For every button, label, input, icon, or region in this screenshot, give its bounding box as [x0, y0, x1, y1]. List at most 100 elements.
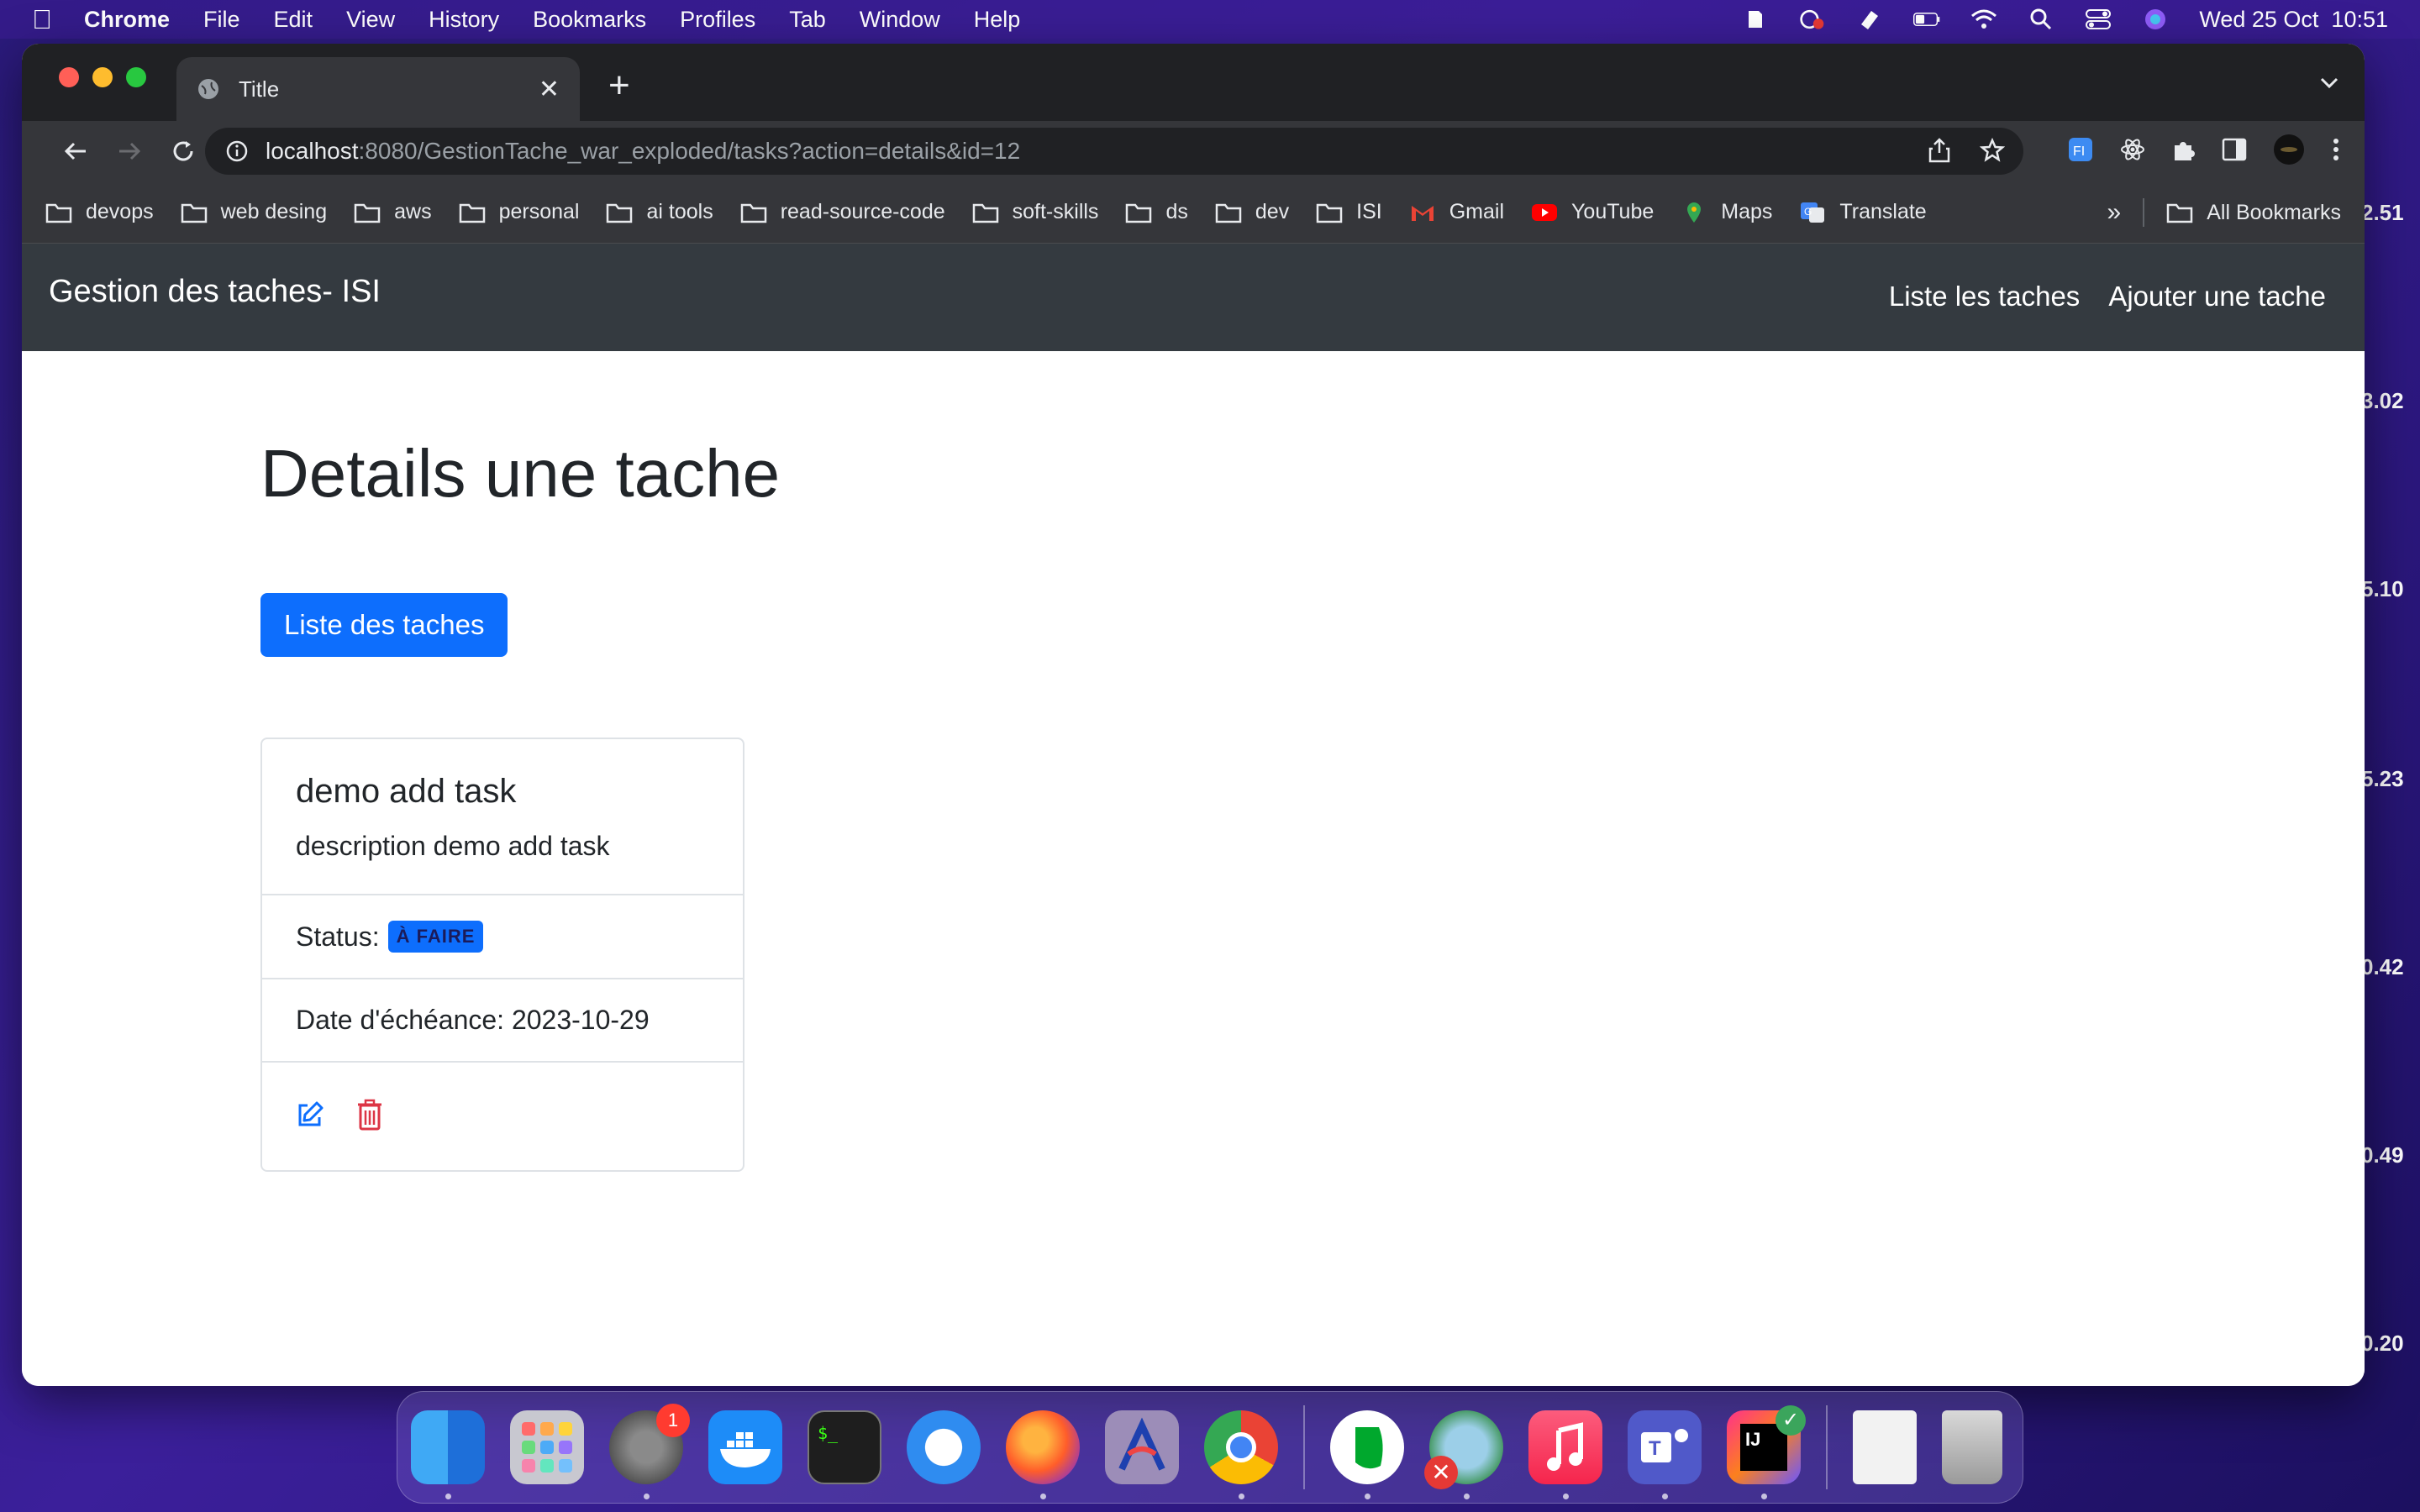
new-tab-button[interactable]: + [608, 62, 630, 109]
app-navbar: Gestion des taches- ISI Liste les taches… [22, 244, 2365, 351]
bookmark-folder[interactable]: web desing [181, 200, 327, 224]
svg-text:FI: FI [2073, 144, 2085, 159]
menu-help[interactable]: Help [974, 7, 1021, 33]
bookmark-folder[interactable]: devops [45, 200, 154, 224]
reload-icon[interactable] [166, 134, 200, 168]
battery-icon[interactable] [1913, 8, 1940, 31]
extensions-puzzle-icon[interactable] [2171, 137, 2196, 166]
omnibox-actions [1928, 137, 2006, 169]
minimize-window-button[interactable] [92, 67, 113, 87]
control-center-icon[interactable] [2085, 8, 2112, 31]
spotlight-search-icon[interactable] [2028, 8, 2054, 31]
intellij-idea-icon[interactable]: IJ ✓ [1727, 1405, 1806, 1499]
bookmark-translate[interactable]: G Translate [1799, 200, 1927, 224]
bookmark-folder[interactable]: personal [459, 200, 579, 224]
downloads-stack-icon[interactable] [1853, 1410, 1917, 1484]
task-card: demo add task description demo add task … [260, 738, 744, 1172]
trash-icon[interactable] [356, 1099, 383, 1135]
forward-arrow-icon[interactable] [113, 134, 146, 168]
docker-icon[interactable] [708, 1410, 782, 1484]
bookmark-folder[interactable]: ai tools [606, 200, 713, 224]
close-window-button[interactable] [59, 67, 79, 87]
teams-icon[interactable]: T [1628, 1410, 1702, 1499]
bookmark-label: Maps [1721, 200, 1773, 223]
site-info-icon[interactable] [225, 139, 249, 163]
side-value: 0.49 [2361, 1142, 2404, 1168]
bookmark-label: aws [394, 200, 432, 223]
jamf-icon[interactable] [1856, 8, 1883, 31]
bookmark-youtube[interactable]: YouTube [1531, 200, 1654, 224]
bookmark-star-icon[interactable] [1979, 137, 2006, 169]
browser-toolbar: localhost:8080/GestionTache_war_exploded… [22, 121, 2365, 181]
menubar-clock[interactable]: Wed 25 Oct 10:51 [2199, 7, 2388, 33]
menu-view[interactable]: View [346, 7, 395, 33]
menu-edit[interactable]: Edit [274, 7, 313, 33]
terminal-icon[interactable]: $_ [808, 1410, 881, 1484]
folder-icon [2166, 203, 2193, 223]
navbar-brand[interactable]: Gestion des taches- ISI [49, 274, 381, 310]
sync-error-icon[interactable] [1799, 8, 1826, 31]
bookmark-folder[interactable]: ISI [1316, 200, 1382, 224]
bookmark-label: devops [86, 200, 154, 223]
chrome-menu-kebab-icon[interactable] [2331, 136, 2341, 167]
menu-tab[interactable]: Tab [789, 7, 826, 33]
menu-file[interactable]: File [203, 7, 240, 33]
system-settings-icon[interactable]: 1 [609, 1404, 690, 1499]
profile-avatar[interactable] [2272, 133, 2306, 171]
evernote-icon[interactable] [1330, 1410, 1404, 1499]
launchpad-icon[interactable] [510, 1410, 584, 1484]
chrome-window: Title ✕ + localhost:8080/GestionTache_wa… [22, 44, 2365, 1386]
menu-app[interactable]: Chrome [84, 7, 170, 33]
zoom-window-button[interactable] [126, 67, 146, 87]
all-bookmarks-folder[interactable]: All Bookmarks [2166, 201, 2341, 225]
apple-menu-icon[interactable]:  [32, 4, 52, 35]
evernote-status-icon[interactable] [1742, 8, 1769, 31]
url-host: localhost [266, 138, 359, 164]
bookmark-folder[interactable]: aws [354, 200, 432, 224]
folder-icon [740, 203, 766, 223]
side-panel-icon[interactable] [2222, 138, 2247, 165]
menu-window[interactable]: Window [860, 7, 940, 33]
status-label: Status: [296, 921, 380, 952]
bookmarks-overflow-chevron[interactable]: » [2107, 198, 2122, 227]
safari-icon[interactable] [907, 1410, 981, 1484]
back-arrow-icon[interactable] [59, 134, 92, 168]
vpn-client-icon[interactable]: ✕ [1424, 1410, 1503, 1499]
firefox-icon[interactable] [1006, 1410, 1080, 1499]
bookmark-folder[interactable]: ds [1125, 200, 1188, 224]
share-icon[interactable] [1928, 138, 1951, 169]
bookmark-folder[interactable]: soft-skills [972, 200, 1098, 224]
tab-search-chevron-icon[interactable] [2319, 69, 2339, 96]
figma-extension-icon[interactable]: FI [2067, 136, 2094, 167]
menu-profiles[interactable]: Profiles [680, 7, 755, 33]
siri-icon[interactable] [2142, 8, 2169, 31]
task-list-button[interactable]: Liste des taches [260, 593, 508, 657]
browser-tab-active[interactable]: Title ✕ [176, 57, 580, 121]
bookmarks-overflow-area: » All Bookmarks [2107, 181, 2341, 244]
trash-bin-icon[interactable] [1942, 1410, 2002, 1484]
drawing-app-icon[interactable] [1105, 1410, 1179, 1484]
address-bar[interactable]: localhost:8080/GestionTache_war_exploded… [205, 128, 2023, 175]
bookmark-label: YouTube [1571, 200, 1655, 223]
bookmark-folder[interactable]: dev [1215, 200, 1289, 224]
close-tab-icon[interactable]: ✕ [539, 75, 560, 104]
bookmark-maps[interactable]: Maps [1681, 200, 1772, 224]
edit-icon[interactable] [296, 1100, 324, 1133]
bookmark-folder[interactable]: read-source-code [740, 200, 945, 224]
menu-bookmarks[interactable]: Bookmarks [533, 7, 646, 33]
wifi-icon[interactable] [1970, 8, 1997, 31]
running-indicator [1040, 1494, 1046, 1499]
chrome-icon[interactable] [1204, 1410, 1278, 1499]
web-page: Gestion des taches- ISI Liste les taches… [22, 244, 2365, 1386]
nav-link-add-task[interactable]: Ajouter une tache [2108, 281, 2326, 312]
running-indicator [1563, 1494, 1569, 1499]
bookmark-gmail[interactable]: Gmail [1409, 200, 1504, 224]
tab-title: Title [239, 76, 280, 102]
nav-link-list-tasks[interactable]: Liste les taches [1889, 281, 2080, 312]
react-devtools-icon[interactable] [2119, 136, 2146, 167]
finder-icon[interactable] [411, 1410, 485, 1499]
music-icon[interactable] [1528, 1410, 1602, 1499]
menu-history[interactable]: History [429, 7, 499, 33]
bookmark-label: Translate [1839, 200, 1927, 223]
check-icon: ✓ [1776, 1405, 1806, 1436]
